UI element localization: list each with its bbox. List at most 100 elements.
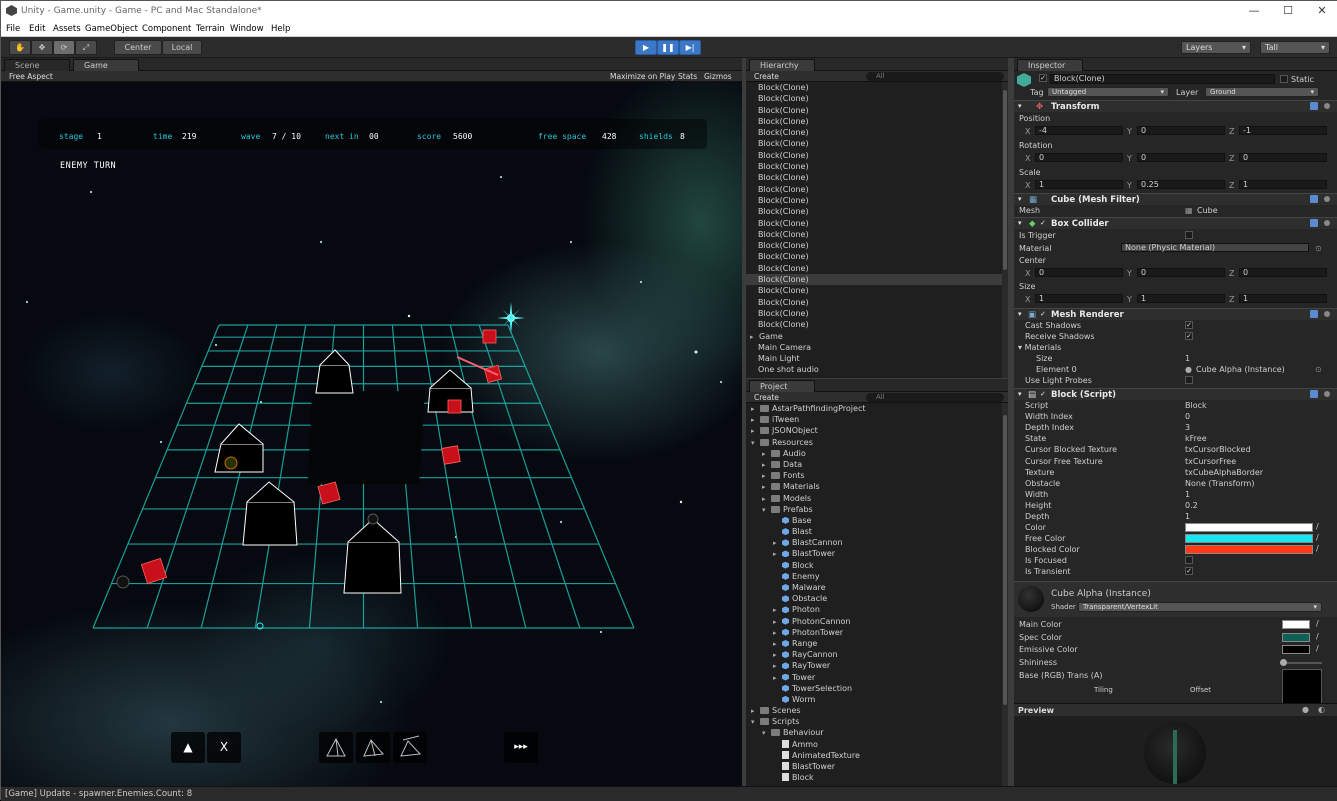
hierarchy-item[interactable]: Block(Clone) [746,319,1002,330]
project-item[interactable]: ▸ PhotonCannon [751,616,1002,627]
hierarchy-search-input[interactable]: All [866,72,1004,81]
preview-sphere-icon[interactable]: ● [1302,705,1309,714]
field-value[interactable]: 1 [1185,490,1190,499]
project-item[interactable]: ▸ PhotonTower [751,627,1002,638]
menu-gameobject[interactable]: GameObject [85,24,138,34]
hierarchy-item[interactable]: Block(Clone) [746,218,1002,229]
game-render-area[interactable]: stage 1 time 219 wave 7 / 10 next in 00 … [1,82,742,786]
project-create-dropdown[interactable]: Create [754,393,779,402]
layer-dropdown[interactable]: Ground [1205,87,1319,97]
project-item[interactable]: ▾ Resources [751,437,1002,448]
active-checkbox[interactable]: ✓ [1039,74,1047,82]
eyedropper-icon[interactable]: / [1316,632,1319,641]
step-icon[interactable]: ▶| [679,40,701,55]
menu-terrain[interactable]: Terrain [196,24,225,34]
maximize-icon[interactable]: ☐ [1276,4,1300,18]
project-item[interactable]: ▸ BlastCannon [751,537,1002,548]
project-item[interactable]: BlastTower [751,761,1002,772]
menu-window[interactable]: Window [230,24,264,34]
gizmos-dropdown[interactable]: Gizmos [704,72,732,81]
project-item[interactable]: ▸ Tower [751,672,1002,683]
free-color-swatch[interactable] [1185,534,1313,543]
menu-help[interactable]: Help [271,24,290,34]
tab-scene[interactable]: Scene [4,59,70,71]
hierarchy-item[interactable]: Block(Clone) [746,308,1002,319]
move-tool-icon[interactable]: ✥ [31,40,53,55]
emissive-color-swatch[interactable] [1282,645,1310,654]
project-item[interactable]: Base [751,515,1002,526]
project-item[interactable]: Block [751,772,1002,783]
field-value[interactable]: 0 [1185,412,1190,421]
enabled-check-icon[interactable]: ✓ [1040,390,1046,398]
material-header[interactable]: Cube Alpha (Instance) Shader Transparent… [1014,581,1337,617]
eyedropper-icon[interactable]: / [1316,619,1319,628]
stats-toggle[interactable]: Stats [678,72,697,81]
shininess-slider[interactable] [1280,659,1322,666]
tab-game[interactable]: Game [73,59,139,71]
up-button[interactable]: ▲ [171,732,205,763]
enabled-check-icon[interactable]: ✓ [1040,219,1046,227]
eyedropper-icon[interactable]: / [1316,522,1319,531]
project-item[interactable]: Malware [751,582,1002,593]
hierarchy-item[interactable]: Block(Clone) [746,240,1002,251]
materials-size-value[interactable]: 1 [1185,354,1190,363]
pivot-center-button[interactable]: Center [114,40,162,55]
hierarchy-item[interactable]: Block(Clone) [746,274,1002,286]
hierarchy-item[interactable]: One shot audio [746,376,1002,378]
object-name-field[interactable]: Block(Clone) [1050,74,1275,84]
hierarchy-scrollbar[interactable] [1002,82,1008,378]
field-value[interactable]: txCursorBlocked [1185,445,1251,454]
project-item[interactable]: ▸ RayCannon [751,649,1002,660]
field-value[interactable]: None (Transform) [1185,479,1254,488]
menu-component[interactable]: Component [142,24,191,34]
axis-y-field[interactable]: 0 [1137,153,1225,162]
aspect-dropdown[interactable]: Free Aspect [9,72,53,81]
hierarchy-item[interactable]: Block(Clone) [746,285,1002,296]
axis-x-field[interactable]: 0 [1035,153,1123,162]
minimize-icon[interactable]: — [1242,4,1266,18]
preview-area[interactable] [1014,716,1337,786]
tab-hierarchy[interactable]: Hierarchy [749,59,815,71]
component-settings-icon[interactable] [1310,390,1334,399]
spec-color-swatch[interactable] [1282,633,1310,642]
foldout-arrow-icon[interactable]: ▸ [750,332,759,343]
field-value[interactable]: 0.2 [1185,501,1198,510]
tab-inspector[interactable]: Inspector [1017,59,1083,71]
hierarchy-item[interactable]: Block(Clone) [746,127,1002,138]
preview-header[interactable]: Preview ● ◐ [1014,703,1337,716]
play-icon[interactable]: ▶ [635,40,657,55]
scroll-thumb[interactable] [1003,415,1007,705]
component-settings-icon[interactable] [1310,219,1334,228]
enabled-check-icon[interactable]: ✓ [1040,310,1046,318]
static-checkbox[interactable] [1280,75,1288,83]
hierarchy-item[interactable]: Block(Clone) [746,251,1002,262]
axis-x-field[interactable]: 1 [1035,294,1123,303]
layout-dropdown[interactable]: Tall [1260,41,1330,54]
project-item[interactable]: ▸ AstarPathfindingProject [751,403,1002,414]
menu-edit[interactable]: Edit [29,24,45,34]
mesh-filter-header[interactable]: ▾ ▦ Cube (Mesh Filter) [1014,193,1337,205]
project-item[interactable]: ▾ Prefabs [751,504,1002,515]
hierarchy-item[interactable]: Block(Clone) [746,82,1002,93]
axis-z-field[interactable]: 1 [1239,180,1327,189]
hierarchy-item[interactable]: Block(Clone) [746,297,1002,308]
project-scrollbar[interactable] [1002,403,1008,786]
project-item[interactable]: Ammo [751,739,1002,750]
hierarchy-item[interactable]: Block(Clone) [746,105,1002,116]
project-item[interactable]: ▾ Scripts [751,716,1002,727]
light-probes-checkbox[interactable] [1185,376,1193,384]
project-item[interactable]: Enemy [751,571,1002,582]
field-value[interactable]: 3 [1185,423,1190,432]
mesh-renderer-header[interactable]: ▾ ▣ ✓ Mesh Renderer [1014,308,1337,320]
axis-z-field[interactable]: 1 [1239,294,1327,303]
color-swatch[interactable] [1185,523,1313,532]
cast-shadows-checkbox[interactable]: ✓ [1185,321,1193,329]
shader-dropdown[interactable]: Transparent/VertexLit [1078,602,1322,612]
tower-slot-3-button[interactable] [393,732,427,763]
project-item[interactable]: Blast [751,526,1002,537]
pivot-local-button[interactable]: Local [162,40,202,55]
object-picker-icon[interactable]: ⊙ [1315,365,1322,374]
hierarchy-item[interactable]: One shot audio [746,364,1002,375]
rotate-tool-icon[interactable]: ⟳ [53,40,75,55]
tag-dropdown[interactable]: Untagged [1047,87,1169,97]
